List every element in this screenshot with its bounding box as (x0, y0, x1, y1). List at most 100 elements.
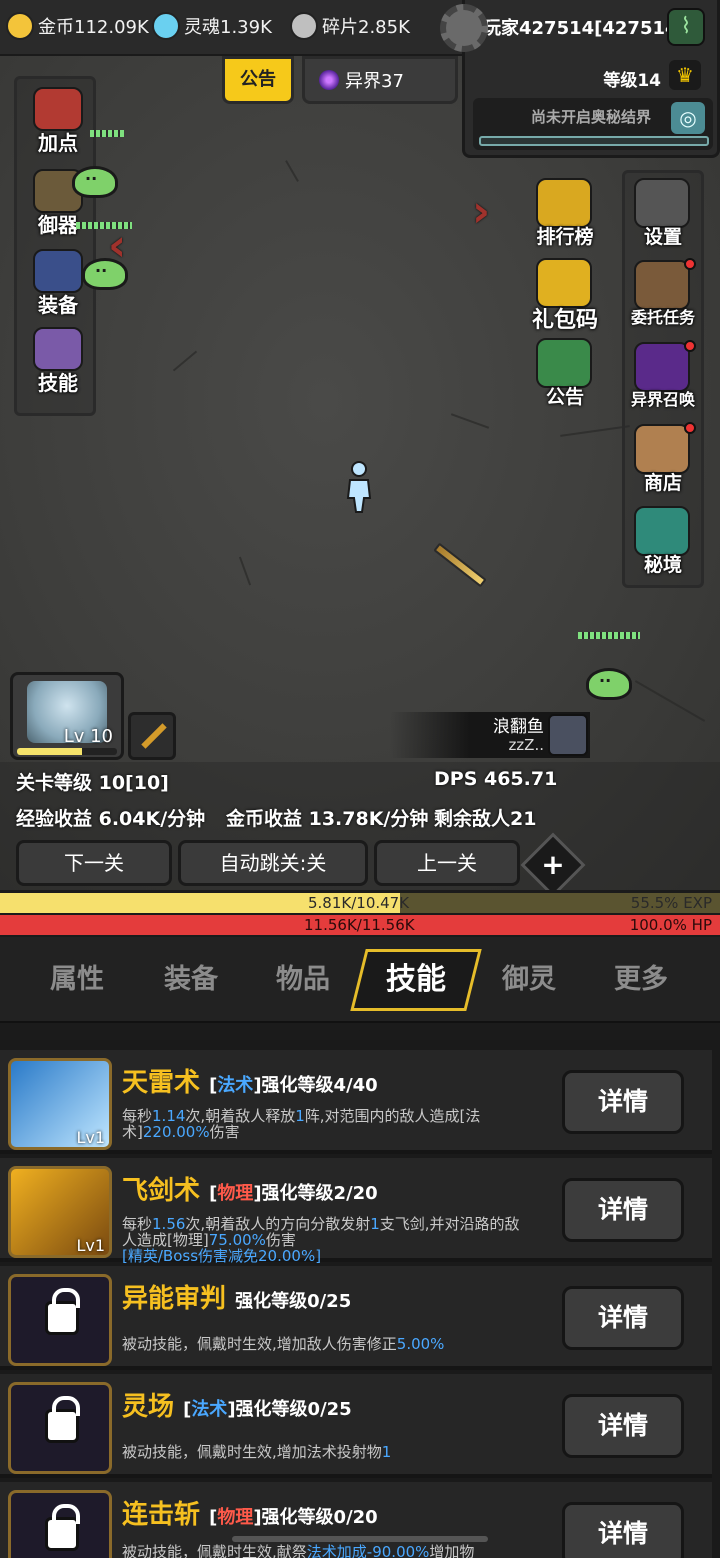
exp-bar: 5.81K/10.47K 55.5% EXP (0, 893, 720, 913)
secret-realm-progress-bar (479, 136, 709, 146)
lock-icon (45, 1396, 80, 1443)
scroll-indicator[interactable] (232, 1536, 488, 1542)
companion-avatar (548, 714, 588, 756)
quest-board-icon (634, 260, 690, 310)
player-panel: 玩家427514[427514] ⌇ 等级14 ♛ 尚未开启奥秘结界 ◎ (462, 0, 720, 158)
skill-item: 灵场 [法术]强化等级0/25 被动技能，佩戴时生效,增加法术投射物1 详情 (0, 1374, 712, 1478)
skill-description: 被动技能，佩戴时生效,增加法术投射物1 (122, 1443, 392, 1461)
crown-icon[interactable]: ♛ (669, 60, 701, 90)
collapse-left-arrow-icon[interactable]: ‹ (108, 220, 126, 271)
tab-equipment[interactable]: 装备 (136, 957, 246, 996)
skill-tag: [法术]强化等级0/25 (183, 1399, 352, 1420)
slime-enemy (72, 166, 118, 198)
hp-value: 11.56K/11.56K (304, 916, 415, 934)
left-menu: 加点 御器 装备 技能 (14, 76, 96, 416)
detail-button[interactable]: 详情 (562, 1070, 684, 1134)
tab-attributes[interactable]: 属性 (22, 957, 132, 996)
detail-button[interactable]: 详情 (562, 1394, 684, 1458)
bottom-tab-bar: 属性 装备 物品 技能 御灵 更多 (0, 937, 720, 1023)
soul-resource: 灵魂1.39K (152, 10, 272, 42)
menu-gift-code[interactable]: 礼包码 (522, 256, 608, 338)
otherworld-tab[interactable]: 异界37 (302, 56, 458, 104)
portal-orb-icon (319, 70, 339, 90)
notification-dot-icon (684, 258, 696, 270)
game-field: 金币112.09K 灵魂1.39K 碎片2.85K 玩家427514[42751… (0, 0, 720, 890)
trophy-icon (536, 178, 592, 228)
notice-tab[interactable]: 公告 (222, 56, 294, 104)
gold-income: 金币收益 13.78K/分钟 (226, 808, 429, 830)
tab-spirits[interactable]: 御灵 (474, 957, 584, 996)
auto-skip-toggle[interactable]: 自动跳关:关 (178, 840, 368, 886)
enemies-remaining: 剩余敌人21 (434, 808, 537, 830)
flying-sword (433, 542, 487, 588)
skill-list: Lv1 天雷术 [法术]强化等级4/40 每秒1.14次,朝着敌人释放1阵,对范… (0, 1040, 720, 1558)
exp-percent: 55.5% EXP (630, 894, 712, 912)
shard-resource: 碎片2.85K (290, 10, 410, 42)
menu-add-points[interactable]: 加点 (21, 83, 95, 161)
menu-skills[interactable]: 技能 (21, 323, 95, 401)
menu-commission-tasks[interactable]: 委托任务 (620, 258, 706, 340)
meat-icon (33, 87, 83, 131)
shield-star-icon (33, 249, 83, 293)
menu-secret-realm[interactable]: 秘境 (620, 504, 706, 586)
exp-value: 5.81K/10.47K (308, 894, 410, 912)
detail-button[interactable]: 详情 (562, 1502, 684, 1558)
tab-items[interactable]: 物品 (248, 957, 358, 996)
hero-level: Lv 10 (63, 726, 113, 747)
locked-skill-icon (8, 1274, 112, 1366)
flying-sword-icon: Lv1 (8, 1166, 112, 1258)
skill-name: 天雷术 [法术]强化等级4/40 (122, 1068, 378, 1098)
skill-item: Lv1 天雷术 [法术]强化等级4/40 每秒1.14次,朝着敌人释放1阵,对范… (0, 1050, 712, 1154)
skill-name: 连击斩 [物理]强化等级0/20 (122, 1500, 378, 1530)
notification-dot-icon (684, 340, 696, 352)
gear-icon[interactable] (440, 4, 488, 52)
menu-leaderboard[interactable]: 排行榜 (522, 176, 608, 258)
skill-description: 每秒1.56次,朝着敌人的方向分散发射1支飞剑,并对沿路的敌人造成[物理]75.… (122, 1215, 520, 1265)
prev-stage-button[interactable]: 上一关 (374, 840, 520, 886)
skill-tag: [物理]强化等级0/20 (209, 1507, 378, 1528)
scroll-icon (33, 327, 83, 371)
tab-more[interactable]: 更多 (586, 957, 696, 996)
skill-name: 飞剑术 [物理]强化等级2/20 (122, 1176, 378, 1206)
hero-portrait[interactable]: Lv 10 (10, 672, 124, 760)
diamond-icon (634, 424, 690, 474)
menu-notice[interactable]: 公告 (522, 336, 608, 418)
player-avatar-icon[interactable]: ⌇ (667, 8, 705, 46)
hero-exp-fill (17, 748, 82, 755)
gold-resource: 金币112.09K (6, 10, 149, 42)
dps-value: DPS 465.71 (434, 768, 558, 790)
stage-level: 关卡等级 10[10] (16, 772, 169, 794)
menu-shop[interactable]: 商店 (620, 422, 706, 504)
skill-name: 异能审判 强化等级0/25 (122, 1284, 352, 1314)
notification-dot-icon (684, 422, 696, 434)
skill-tag: [物理]强化等级2/20 (209, 1183, 378, 1204)
skill-name: 灵场 [法术]强化等级0/25 (122, 1392, 352, 1422)
tab-skills[interactable]: 技能 (350, 949, 482, 1011)
detail-button[interactable]: 详情 (562, 1178, 684, 1242)
locked-skill-icon (8, 1490, 112, 1558)
menu-settings[interactable]: 设置 (620, 176, 706, 258)
portal-stone-icon (634, 506, 690, 556)
skill-item: 连击斩 [物理]强化等级0/20 被动技能，佩戴时生效,献祭法术加成-90.00… (0, 1482, 712, 1558)
weapon-slot[interactable] (128, 712, 176, 760)
companion-name: 浪翻鱼 (493, 717, 544, 737)
next-stage-button[interactable]: 下一关 (16, 840, 172, 886)
exp-income: 经验收益 6.04K/分钟 (16, 808, 206, 830)
skill-item: Lv1 飞剑术 [物理]强化等级2/20 每秒1.56次,朝着敌人的方向分散发射… (0, 1158, 712, 1265)
soul-icon (152, 12, 180, 40)
shard-icon (290, 12, 318, 40)
skill-item: 异能审判 强化等级0/25 被动技能，佩戴时生效,增加敌人伤害修正5.00% 详… (0, 1266, 712, 1370)
detail-button[interactable]: 详情 (562, 1286, 684, 1350)
plus-icon: + (541, 848, 565, 881)
hp-percent: 100.0% HP (629, 916, 712, 934)
idle-companion[interactable]: 浪翻鱼 zzZ.. (390, 712, 590, 758)
vortex-icon[interactable]: ◎ (671, 102, 705, 134)
lock-icon (45, 1288, 80, 1335)
menu-otherworld-summon[interactable]: 异界召唤 (620, 340, 706, 422)
secret-realm-panel[interactable]: 尚未开启奥秘结界 ◎ (473, 98, 713, 150)
expand-right-arrow-icon[interactable]: › (472, 186, 490, 237)
gear-icon (634, 178, 690, 228)
player-character (346, 461, 372, 513)
secret-realm-status: 尚未开启奥秘结界 (530, 108, 651, 126)
lock-icon (45, 1504, 80, 1551)
